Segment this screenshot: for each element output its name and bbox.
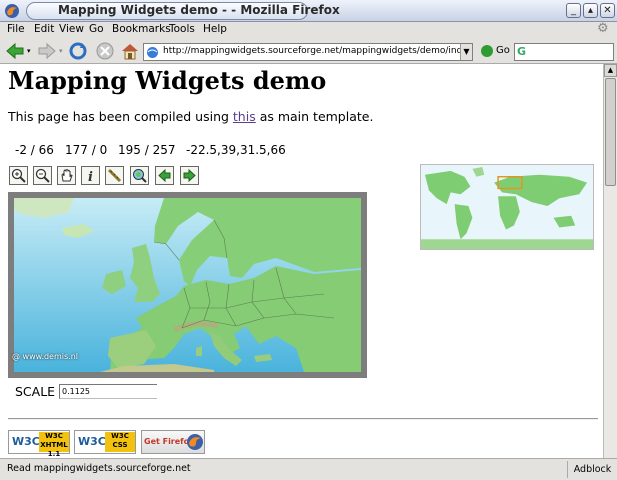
- map-frame: @ www.demis.nl: [8, 192, 367, 378]
- window-title: Mapping Widgets demo - - Mozilla Firefox: [58, 3, 340, 17]
- zoom-full-tool-button[interactable]: [130, 166, 149, 185]
- scale-input[interactable]: 0.1125: [59, 384, 157, 399]
- forward-dropdown-icon[interactable]: ▾: [59, 47, 63, 55]
- zoom-out-tool-button[interactable]: [33, 166, 52, 185]
- get-firefox-badge[interactable]: Get Firefox: [141, 430, 205, 454]
- go-icon: [481, 45, 493, 57]
- coord-readout-pixel: 177 / 0: [65, 143, 108, 157]
- navigation-toolbar: ▾ ▾ http://mappingwidgets.sourceforge.ne…: [0, 38, 617, 64]
- status-text: Read mappingwidgets.sourceforge.net: [7, 463, 191, 474]
- home-icon[interactable]: [120, 41, 140, 61]
- forward-icon[interactable]: [37, 41, 57, 61]
- measure-icon: [107, 168, 122, 183]
- page-favicon-icon: [147, 47, 158, 58]
- zoom-full-icon: [133, 169, 147, 183]
- status-bar: Read mappingwidgets.sourceforge.net Adbl…: [0, 458, 617, 480]
- zoom-out-icon: [35, 168, 50, 183]
- back-extent-icon: [158, 168, 171, 183]
- info-icon: i: [88, 170, 93, 183]
- intro-before: This page has been compiled using: [8, 109, 233, 124]
- firefox-logo-icon: [187, 434, 203, 450]
- previous-extent-tool-button[interactable]: [155, 166, 174, 185]
- adblock-button[interactable]: Adblock: [567, 461, 617, 478]
- firefox-icon: [5, 4, 19, 18]
- menu-bookmarks[interactable]: Bookmarks: [112, 23, 171, 35]
- menu-file[interactable]: File: [7, 23, 25, 35]
- scroll-up-icon[interactable]: ▲: [604, 64, 617, 77]
- measure-tool-button[interactable]: [105, 166, 124, 185]
- intro-text: This page has been compiled using this a…: [8, 109, 373, 124]
- google-search-icon[interactable]: G: [517, 45, 526, 58]
- zoom-in-icon: [11, 168, 26, 183]
- page-viewport: Mapping Widgets demo This page has been …: [0, 64, 603, 458]
- menu-view[interactable]: View: [59, 23, 84, 35]
- pan-hand-icon: [61, 168, 73, 182]
- url-history-dropdown-icon[interactable]: ▼: [460, 44, 472, 60]
- zoom-in-tool-button[interactable]: [9, 166, 28, 185]
- template-link[interactable]: this: [233, 109, 256, 124]
- coord-readout-mouse: -2 / 66: [15, 143, 54, 157]
- menu-help[interactable]: Help: [203, 23, 227, 35]
- back-dropdown-icon[interactable]: ▾: [27, 47, 31, 55]
- w3c-logo-xhtml: W3C: [12, 435, 40, 448]
- menubar: File Edit View Go Bookmarks Tools Help: [0, 22, 617, 38]
- w3c-xhtml-badge[interactable]: W3C W3C XHTML 1.1: [8, 430, 70, 458]
- overview-world-map[interactable]: [420, 164, 594, 250]
- map-copyright: @ www.demis.nl: [12, 352, 78, 361]
- minimize-button[interactable]: _: [566, 3, 581, 18]
- close-button[interactable]: ✕: [600, 3, 615, 18]
- pan-tool-button[interactable]: [57, 166, 76, 185]
- menu-go[interactable]: Go: [89, 23, 104, 35]
- back-icon[interactable]: [5, 41, 25, 61]
- css-badge-label: W3C CSS: [105, 432, 135, 452]
- info-tool-button[interactable]: i: [81, 166, 100, 185]
- reload-icon[interactable]: [68, 41, 88, 61]
- scale-label: SCALE: [15, 384, 56, 399]
- page-title: Mapping Widgets demo: [8, 66, 327, 95]
- url-bar[interactable]: http://mappingwidgets.sourceforge.net/ma…: [143, 43, 473, 61]
- europe-map[interactable]: [14, 198, 361, 372]
- go-label: Go: [496, 45, 510, 56]
- activity-throbber-icon: ⚙: [597, 21, 609, 36]
- xhtml-badge-label: W3C XHTML 1.1: [39, 432, 69, 458]
- coord-readout-extent: -22.5,39,31.5,66: [186, 143, 286, 157]
- next-extent-tool-button[interactable]: [180, 166, 199, 185]
- coord-readout-size: 195 / 257: [118, 143, 176, 157]
- vertical-scrollbar[interactable]: ▲: [603, 64, 617, 458]
- divider: [8, 418, 598, 420]
- maximize-button[interactable]: ▴: [583, 3, 598, 18]
- svg-text:i: i: [88, 170, 93, 183]
- stop-icon[interactable]: [95, 41, 115, 61]
- menu-edit[interactable]: Edit: [34, 23, 54, 35]
- intro-after: as main template.: [255, 109, 374, 124]
- forward-extent-icon: [183, 168, 196, 183]
- w3c-logo-css: W3C: [78, 435, 106, 448]
- window-titlebar: Mapping Widgets demo - - Mozilla Firefox…: [0, 0, 617, 22]
- scrollbar-thumb[interactable]: [605, 78, 616, 186]
- w3c-css-badge[interactable]: W3C W3C CSS: [74, 430, 136, 454]
- search-input[interactable]: G: [514, 43, 614, 61]
- menu-tools[interactable]: Tools: [169, 23, 195, 35]
- url-text[interactable]: http://mappingwidgets.sourceforge.net/ma…: [163, 46, 463, 56]
